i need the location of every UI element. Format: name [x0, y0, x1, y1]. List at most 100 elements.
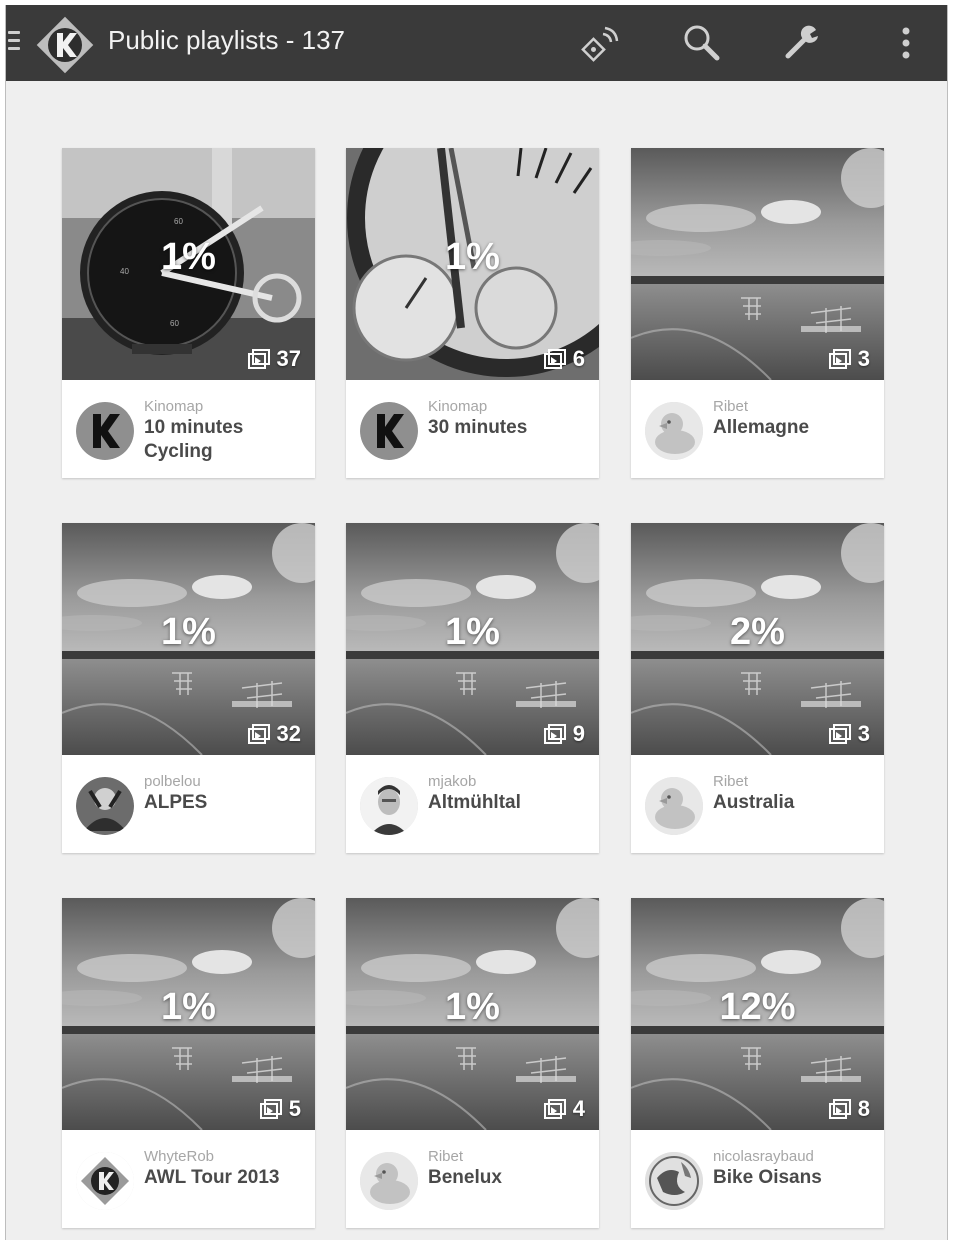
playlist-video-icon: [828, 349, 851, 369]
progress-percent: 1%: [445, 236, 500, 278]
playlist-card-4[interactable]: 1% 32 polbelou ALPES: [62, 523, 315, 853]
playlist-author: mjakob: [428, 773, 477, 790]
playlist-info: Ribet Allemagne: [631, 380, 884, 478]
menu-icon[interactable]: [8, 31, 20, 53]
more-vert-icon: [902, 27, 910, 59]
playlist-name: Australia: [713, 792, 795, 813]
video-count: 5: [259, 1096, 301, 1122]
playlist-video-icon: [543, 349, 566, 369]
playlist-card-1[interactable]: 60 40 60 1% 37 Kinomap 10 minutes Cyclin…: [62, 148, 315, 478]
playlist-video-icon: [828, 1099, 851, 1119]
playlist-author: Ribet: [713, 773, 749, 790]
playlist-info: nicolasraybaud Bike Oisans: [631, 1130, 884, 1228]
top-app-bar: Public playlists - 137: [6, 5, 947, 81]
page-title: Public playlists - 137: [108, 25, 345, 55]
video-count: 8: [828, 1096, 870, 1122]
playlist-info: Kinomap 30 minutes: [346, 380, 599, 478]
playlist-info: Kinomap 10 minutes Cycling: [62, 380, 315, 478]
cast-button[interactable]: [576, 19, 624, 67]
playlist-card-8[interactable]: 1% 4 Ribet Benelux: [346, 898, 599, 1228]
playlist-thumbnail: 1% 6: [346, 148, 599, 380]
playlist-card-6[interactable]: 2% 3 Ribet Australia: [631, 523, 884, 853]
playlist-name: Benelux: [428, 1167, 502, 1188]
playlist-card-3[interactable]: 3 Ribet Allemagne: [631, 148, 884, 478]
video-count-value: 4: [572, 1096, 585, 1121]
playlist-name: Bike Oisans: [713, 1167, 822, 1188]
playlist-thumbnail: 3: [631, 148, 884, 380]
video-count: 37: [247, 346, 301, 372]
video-count: 9: [543, 721, 585, 747]
playlist-author: Ribet: [713, 398, 749, 415]
avatar-person-dark: [76, 777, 134, 835]
playlist-name: ALPES: [144, 792, 208, 813]
progress-percent: 1%: [161, 611, 216, 653]
video-count-value: 6: [572, 346, 585, 371]
video-count: 3: [828, 346, 870, 372]
avatar-duck: [360, 1152, 418, 1210]
video-count-value: 5: [288, 1096, 301, 1121]
playlist-author: nicolasraybaud: [713, 1148, 814, 1165]
avatar-duck: [645, 777, 703, 835]
playlist-info: Ribet Benelux: [346, 1130, 599, 1228]
playlist-thumbnail: 12% 8: [631, 898, 884, 1130]
avatar-kinomap: [360, 402, 418, 460]
playlist-video-icon: [543, 724, 566, 744]
svg-text:60: 60: [174, 217, 183, 226]
cast-icon: [581, 26, 619, 62]
playlist-info: WhyteRob AWL Tour 2013: [62, 1130, 315, 1228]
playlist-video-icon: [259, 1099, 282, 1119]
avatar-kinomap: [76, 402, 134, 460]
playlist-name: Altmühltal: [428, 792, 521, 813]
avatar-kinomap-diamond: [76, 1152, 134, 1210]
playlist-card-7[interactable]: 1% 5 WhyteRob AWL Tour 2013: [62, 898, 315, 1228]
search-icon: [684, 25, 720, 61]
playlist-video-icon: [247, 724, 270, 744]
playlist-author: Kinomap: [428, 398, 488, 415]
more-options-button[interactable]: [882, 19, 930, 67]
playlist-thumbnail: 1% 9: [346, 523, 599, 755]
playlist-thumbnail: 1% 5: [62, 898, 315, 1130]
video-count-value: 8: [857, 1096, 870, 1121]
playlist-name: Allemagne: [713, 417, 810, 438]
wrench-icon: [785, 25, 818, 59]
progress-percent: 1%: [445, 986, 500, 1028]
playlist-video-icon: [543, 1099, 566, 1119]
svg-text:60: 60: [170, 319, 179, 328]
video-count-value: 9: [572, 721, 585, 746]
playlist-author: polbelou: [144, 773, 201, 790]
progress-percent: 1%: [161, 236, 216, 278]
kinomap-logo[interactable]: [33, 13, 97, 77]
progress-percent: 1%: [445, 611, 500, 653]
playlist-card-9[interactable]: 12% 8 nicolasraybaud Bike Oisans: [631, 898, 884, 1228]
progress-percent: 1%: [161, 986, 216, 1028]
playlist-author: Kinomap: [144, 398, 204, 415]
playlist-card-5[interactable]: 1% 9 mjakob Altmühltal: [346, 523, 599, 853]
video-count-value: 32: [276, 721, 301, 746]
video-count-value: 3: [857, 346, 870, 371]
search-button[interactable]: [678, 19, 726, 67]
avatar-person-light: [360, 777, 418, 835]
playlist-thumbnail: 2% 3: [631, 523, 884, 755]
playlist-card-2[interactable]: 1% 6 Kinomap 30 minutes: [346, 148, 599, 478]
settings-button[interactable]: [779, 19, 827, 67]
playlist-thumbnail: 1% 32: [62, 523, 315, 755]
avatar-globe: [645, 1152, 703, 1210]
playlist-thumbnail: 60 40 60 1% 37: [62, 148, 315, 380]
playlist-info: mjakob Altmühltal: [346, 755, 599, 853]
playlist-name: AWL Tour 2013: [144, 1167, 280, 1188]
playlist-info: polbelou ALPES: [62, 755, 315, 853]
progress-percent: 2%: [730, 611, 785, 653]
playlist-name: 30 minutes: [428, 417, 528, 438]
playlist-video-icon: [828, 724, 851, 744]
video-count-value: 3: [857, 721, 870, 746]
video-count: 4: [543, 1096, 585, 1122]
video-count: 32: [247, 721, 301, 747]
playlist-video-icon: [247, 349, 270, 369]
playlist-author: WhyteRob: [144, 1148, 215, 1165]
progress-percent: 12%: [719, 986, 796, 1028]
avatar-duck: [645, 402, 703, 460]
video-count: 6: [543, 346, 585, 372]
playlist-info: Ribet Australia: [631, 755, 884, 853]
playlist-author: Ribet: [428, 1148, 464, 1165]
video-count: 3: [828, 721, 870, 747]
